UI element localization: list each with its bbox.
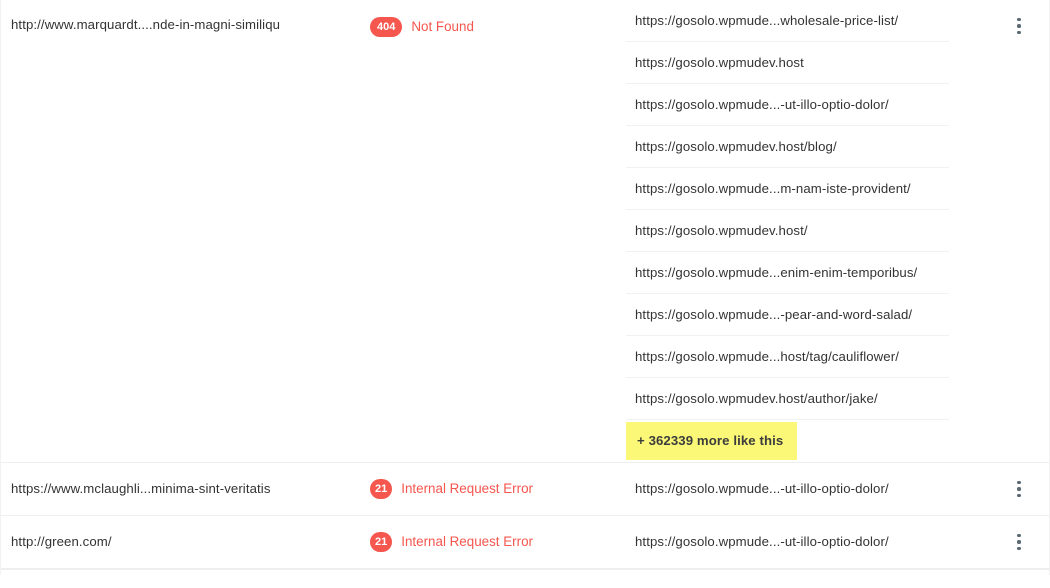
list-item[interactable]: https://gosolo.wpmude...-pear-and-word-s… (626, 294, 949, 336)
list-item[interactable]: https://gosolo.wpmude...m-nam-iste-provi… (626, 168, 949, 210)
kebab-dot (1017, 30, 1021, 35)
destination-url-link[interactable]: https://gosolo.wpmudev.host/ (635, 223, 808, 239)
list-item[interactable]: https://gosolo.wpmude...host/tag/caulifl… (626, 336, 949, 378)
status-cell: 21 Internal Request Error (361, 479, 616, 499)
list-item[interactable]: https://gosolo.wpmudev.host/ (626, 210, 949, 252)
status-cell: 404 Not Found (361, 0, 616, 37)
more-results-row: + 362339 more like this (626, 420, 949, 462)
status-code-badge: 21 (370, 479, 393, 499)
kebab-dot (1017, 487, 1021, 491)
source-url-cell: http://green.com/ (1, 534, 361, 550)
destination-url-link[interactable]: https://gosolo.wpmude...-ut-illo-optio-d… (635, 97, 889, 113)
kebab-dot (1017, 493, 1021, 498)
table-row: https://www.mclaughli...minima-sint-veri… (1, 463, 1049, 516)
status-badge: 404 Not Found (370, 17, 474, 37)
list-item[interactable]: https://gosolo.wpmude...enim-enim-tempor… (626, 252, 949, 294)
kebab-dot (1017, 533, 1021, 538)
source-url-link[interactable]: http://www.marquardt....nde-in-magni-sim… (11, 17, 361, 33)
status-badge: 21 Internal Request Error (370, 532, 533, 552)
destination-url-link[interactable]: https://gosolo.wpmudev.host/author/jake/ (635, 391, 878, 407)
more-vertical-icon[interactable] (1009, 532, 1029, 552)
row-actions-cell (989, 532, 1049, 552)
destination-cell: https://gosolo.wpmude...wholesale-price-… (616, 0, 989, 462)
table-footer-strip (1, 569, 1049, 575)
status-label: Internal Request Error (401, 480, 533, 496)
table-row: http://www.marquardt....nde-in-magni-sim… (1, 0, 1049, 463)
more-like-this-link[interactable]: + 362339 more like this (626, 422, 798, 460)
list-item[interactable]: https://gosolo.wpmude...wholesale-price-… (626, 0, 949, 42)
destination-cell: https://gosolo.wpmude...-ut-illo-optio-d… (616, 534, 989, 550)
destination-url-link[interactable]: https://gosolo.wpmude...-ut-illo-optio-d… (626, 481, 889, 497)
status-code-badge: 21 (370, 532, 393, 552)
kebab-dot (1017, 480, 1021, 485)
source-url-cell: http://www.marquardt....nde-in-magni-sim… (1, 0, 361, 33)
status-badge: 21 Internal Request Error (370, 479, 533, 499)
status-code-badge: 404 (370, 17, 403, 37)
more-vertical-icon[interactable] (1009, 16, 1029, 36)
destination-url-link[interactable]: https://gosolo.wpmudev.host/blog/ (635, 139, 837, 155)
list-item[interactable]: https://gosolo.wpmudev.host (626, 42, 949, 84)
destination-url-link[interactable]: https://gosolo.wpmude...enim-enim-tempor… (635, 265, 917, 281)
status-label: Not Found (411, 18, 474, 34)
destination-url-link[interactable]: https://gosolo.wpmude...host/tag/caulifl… (635, 349, 899, 365)
broken-links-table: http://www.marquardt....nde-in-magni-sim… (0, 0, 1050, 575)
source-url-cell: https://www.mclaughli...minima-sint-veri… (1, 481, 361, 497)
list-item[interactable]: https://gosolo.wpmude...-ut-illo-optio-d… (626, 84, 949, 126)
list-item[interactable]: https://gosolo.wpmudev.host/blog/ (626, 126, 949, 168)
kebab-dot (1017, 546, 1021, 551)
destination-url-link[interactable]: https://gosolo.wpmude...m-nam-iste-provi… (635, 181, 911, 197)
destination-cell: https://gosolo.wpmude...-ut-illo-optio-d… (616, 481, 989, 497)
destination-url-list: https://gosolo.wpmude...wholesale-price-… (626, 0, 989, 462)
row-actions-cell (989, 0, 1049, 36)
source-url-link[interactable]: http://green.com/ (11, 534, 361, 550)
source-url-link[interactable]: https://www.mclaughli...minima-sint-veri… (11, 481, 361, 497)
kebab-dot (1017, 17, 1021, 22)
table-row: http://green.com/ 21 Internal Request Er… (1, 516, 1049, 569)
destination-url-link[interactable]: https://gosolo.wpmudev.host (635, 55, 804, 71)
list-item[interactable]: https://gosolo.wpmudev.host/author/jake/ (626, 378, 949, 420)
destination-url-link[interactable]: https://gosolo.wpmude...-ut-illo-optio-d… (626, 534, 889, 550)
kebab-dot (1017, 540, 1021, 544)
status-cell: 21 Internal Request Error (361, 532, 616, 552)
destination-url-link[interactable]: https://gosolo.wpmude...-pear-and-word-s… (635, 307, 912, 323)
kebab-dot (1017, 24, 1021, 28)
more-vertical-icon[interactable] (1009, 479, 1029, 499)
row-actions-cell (989, 479, 1049, 499)
status-label: Internal Request Error (401, 533, 533, 549)
destination-url-link[interactable]: https://gosolo.wpmude...wholesale-price-… (635, 13, 898, 29)
